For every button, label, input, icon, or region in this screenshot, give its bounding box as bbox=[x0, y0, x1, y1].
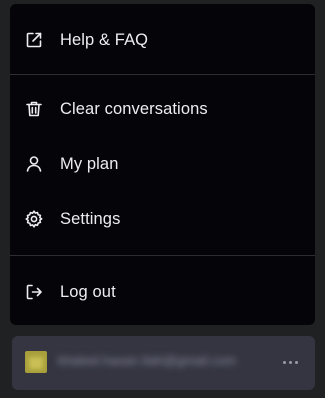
menu-divider bbox=[10, 255, 315, 256]
trash-icon bbox=[24, 99, 44, 119]
user-account-button[interactable]: khaleel.hasan.9ah@gmail.com bbox=[12, 336, 315, 390]
menu-item-settings[interactable]: Settings bbox=[10, 197, 315, 241]
menu-item-my-plan[interactable]: My plan bbox=[10, 142, 315, 186]
ellipsis-icon[interactable] bbox=[279, 351, 301, 373]
menu-item-label: My plan bbox=[60, 154, 119, 173]
menu-item-label: Clear conversations bbox=[60, 99, 208, 118]
menu-item-label: Help & FAQ bbox=[60, 30, 149, 49]
external-link-icon bbox=[24, 30, 44, 50]
menu-item-clear-conversations[interactable]: Clear conversations bbox=[10, 87, 315, 131]
menu-item-label: Log out bbox=[60, 282, 116, 301]
user-icon bbox=[24, 154, 44, 174]
menu-item-log-out[interactable]: Log out bbox=[10, 270, 315, 314]
menu-item-label: Settings bbox=[60, 209, 121, 228]
user-email: khaleel.hasan.9ah@gmail.com bbox=[58, 353, 236, 368]
menu-divider bbox=[10, 74, 315, 75]
avatar bbox=[25, 351, 47, 373]
gear-icon bbox=[24, 209, 44, 229]
account-menu: Help & FAQ Clear conversations My plan S… bbox=[10, 4, 315, 325]
menu-item-help-faq[interactable]: Help & FAQ bbox=[10, 18, 315, 62]
log-out-icon bbox=[24, 282, 44, 302]
